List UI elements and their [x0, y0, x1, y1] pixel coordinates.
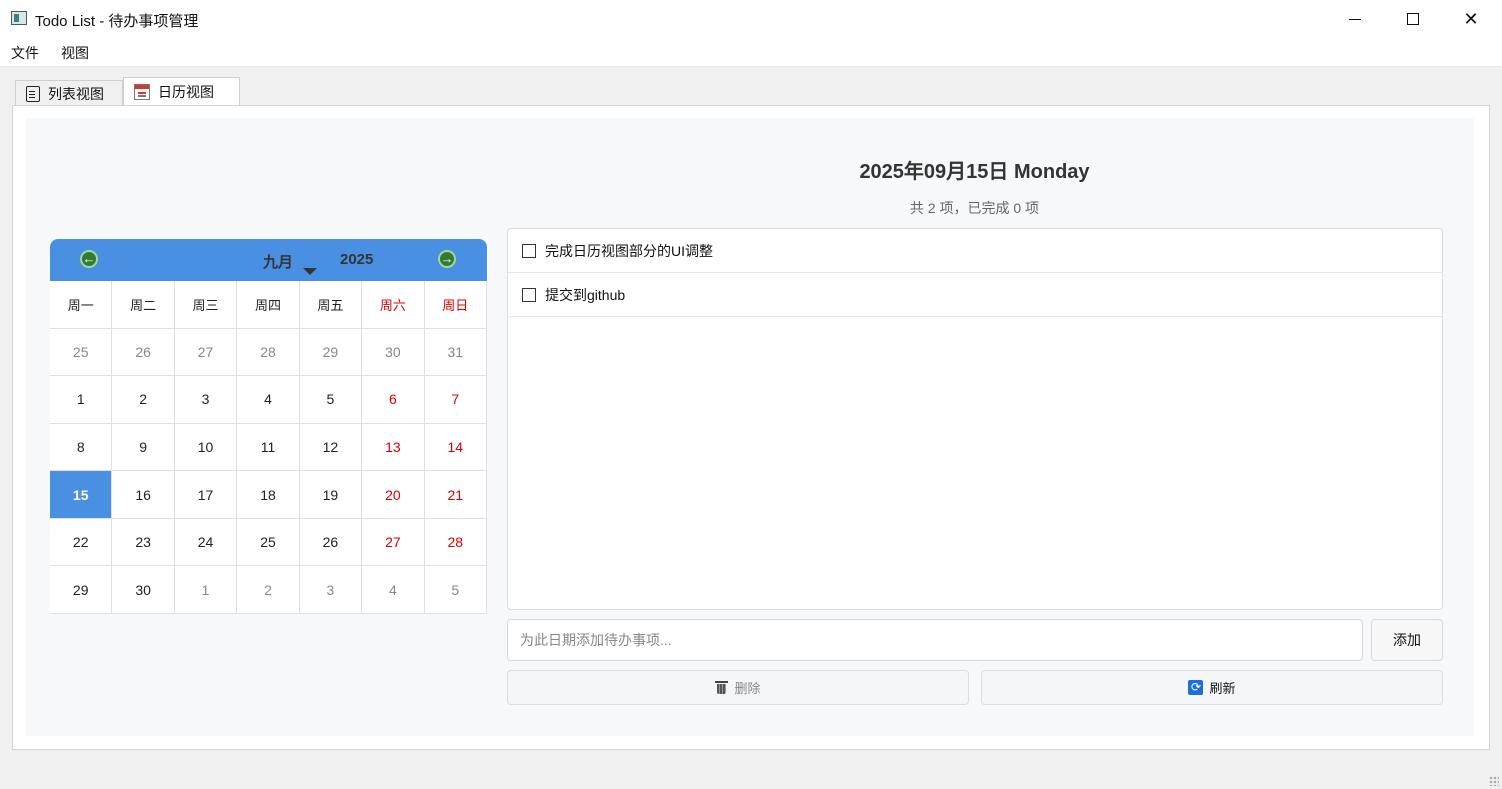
selected-date-title: 2025年09月15日 Monday: [859, 161, 1090, 183]
calendar-day[interactable]: 30: [362, 328, 425, 377]
calendar-day[interactable]: 1: [174, 566, 238, 614]
weekday-header: 周四: [237, 281, 300, 329]
calendar-day[interactable]: 18: [237, 471, 300, 519]
calendar-day[interactable]: 20: [362, 471, 425, 519]
calendar-grid: 周一 周二 周三 周四 周五 周六 周日 25 26 27 28 29 30 31 1 2 3 4 5 6 7 8 9 10 1…: [50, 281, 487, 614]
calendar-day[interactable]: 16: [112, 471, 175, 519]
calendar-day[interactable]: 31: [424, 328, 487, 377]
tab-calendar-view[interactable]: 日历视图: [123, 77, 240, 105]
calendar-day[interactable]: 3: [299, 566, 363, 614]
menu-file[interactable]: 文件: [11, 43, 39, 63]
todo-summary: 共 2 项，已完成 0 项: [909, 200, 1040, 216]
calendar-day[interactable]: 27: [174, 328, 238, 377]
refresh-button[interactable]: ⟳ 刷新: [981, 670, 1443, 705]
tab-label: 日历视图: [158, 83, 214, 100]
calendar-day[interactable]: 25: [50, 328, 113, 377]
list-item[interactable]: 提交到github: [508, 273, 1442, 317]
calendar-day[interactable]: 29: [50, 566, 113, 614]
app-icon: [11, 11, 27, 25]
calendar-day[interactable]: 29: [299, 328, 363, 377]
close-button[interactable]: ✕: [1442, 0, 1500, 38]
calendar-day[interactable]: 4: [362, 566, 425, 614]
calendar-day[interactable]: 23: [112, 518, 175, 567]
weekday-header: 周三: [174, 281, 238, 329]
calendar-day[interactable]: 1: [50, 376, 113, 424]
weekday-header: 周六: [362, 281, 425, 329]
calendar-day[interactable]: 9: [112, 423, 175, 472]
prev-month-button[interactable]: ←: [80, 250, 98, 268]
calendar-day[interactable]: 2: [112, 376, 175, 424]
calendar-day[interactable]: 4: [237, 376, 300, 424]
calendar-day[interactable]: 27: [362, 518, 425, 567]
calendar-day[interactable]: 28: [424, 518, 487, 567]
todo-text: 完成日历视图部分的UI调整: [545, 242, 713, 259]
tab-label: 列表视图: [48, 85, 104, 102]
year-selector[interactable]: 2025: [340, 251, 373, 268]
window-title: Todo List - 待办事项管理: [35, 13, 199, 30]
calendar-day[interactable]: 10: [174, 423, 238, 472]
calendar-header: ← 九月 2025 →: [50, 239, 487, 281]
tab-list-view[interactable]: 列表视图: [15, 80, 123, 106]
weekday-header: 周二: [112, 281, 175, 329]
todo-checkbox[interactable]: [522, 287, 536, 302]
todo-checkbox[interactable]: [522, 243, 536, 258]
calendar-day[interactable]: 24: [174, 518, 238, 567]
calendar-day[interactable]: 28: [237, 328, 300, 377]
weekday-header: 周五: [299, 281, 363, 329]
calendar-day[interactable]: 21: [424, 471, 487, 519]
calendar-day[interactable]: 26: [112, 328, 175, 377]
month-selector[interactable]: 九月: [263, 251, 293, 272]
calendar-day[interactable]: 11: [237, 423, 300, 472]
delete-button[interactable]: 删除: [507, 670, 969, 705]
calendar-day[interactable]: 7: [424, 376, 487, 424]
calendar-day[interactable]: 8: [50, 423, 113, 472]
weekday-header: 周一: [50, 281, 113, 329]
document-icon: [26, 85, 40, 102]
minimize-button[interactable]: [1326, 0, 1384, 38]
calendar-day[interactable]: 2: [237, 566, 300, 614]
delete-label: 删除: [734, 681, 761, 696]
menu-bar: 文件 视图: [0, 38, 1502, 67]
title-bar: Todo List - 待办事项管理 ✕: [0, 0, 1502, 38]
maximize-button[interactable]: [1384, 0, 1442, 38]
calendar-day[interactable]: 30: [112, 566, 175, 614]
calendar-day[interactable]: 3: [174, 376, 238, 424]
trash-icon: [715, 680, 729, 695]
calendar-day[interactable]: 12: [299, 423, 363, 472]
add-todo-input[interactable]: [507, 619, 1363, 661]
add-button[interactable]: 添加: [1371, 619, 1443, 661]
todo-list[interactable]: 完成日历视图部分的UI调整 提交到github: [507, 228, 1443, 610]
list-item[interactable]: 完成日历视图部分的UI调整: [508, 229, 1442, 273]
calendar-day-selected[interactable]: 15: [50, 471, 113, 519]
calendar-day[interactable]: 13: [362, 423, 425, 472]
calendar-widget: ← 九月 2025 → 周一 周二 周三 周四 周五 周六 周日 25 26 27 28 29 30 31…: [50, 239, 487, 614]
refresh-icon: ⟳: [1188, 680, 1204, 695]
calendar-day[interactable]: 5: [424, 566, 487, 614]
calendar-day[interactable]: 25: [237, 518, 300, 567]
calendar-day[interactable]: 19: [299, 471, 363, 519]
weekday-header: 周日: [424, 281, 487, 329]
calendar-icon: [134, 83, 150, 100]
refresh-label: 刷新: [1209, 681, 1236, 696]
next-month-button[interactable]: →: [438, 250, 456, 268]
todo-text: 提交到github: [545, 286, 626, 303]
calendar-day[interactable]: 6: [362, 376, 425, 424]
menu-view[interactable]: 视图: [61, 43, 89, 63]
calendar-day[interactable]: 14: [424, 423, 487, 472]
chevron-down-icon[interactable]: [303, 268, 317, 275]
calendar-day[interactable]: 22: [50, 518, 113, 567]
resize-grip[interactable]: [1489, 776, 1499, 786]
calendar-day[interactable]: 26: [299, 518, 363, 567]
calendar-day[interactable]: 17: [174, 471, 238, 519]
calendar-day[interactable]: 5: [299, 376, 363, 424]
